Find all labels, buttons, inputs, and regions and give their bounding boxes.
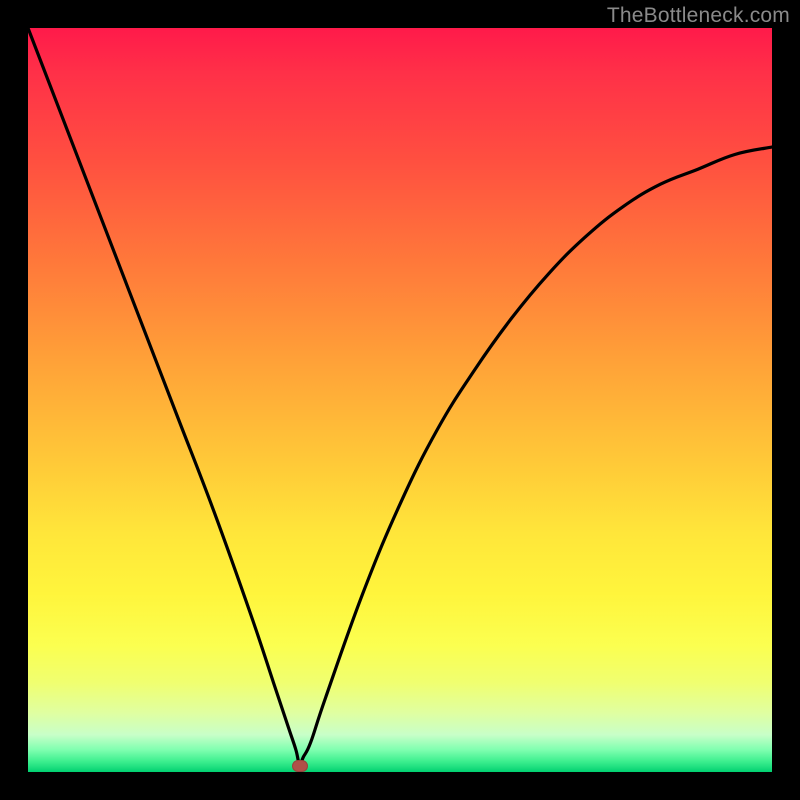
bottleneck-curve (28, 28, 772, 765)
watermark-text: TheBottleneck.com (607, 4, 790, 28)
chart-stage: TheBottleneck.com (0, 0, 800, 800)
plot-area (28, 28, 772, 772)
optimum-marker (292, 760, 308, 772)
curve-svg (28, 28, 772, 772)
